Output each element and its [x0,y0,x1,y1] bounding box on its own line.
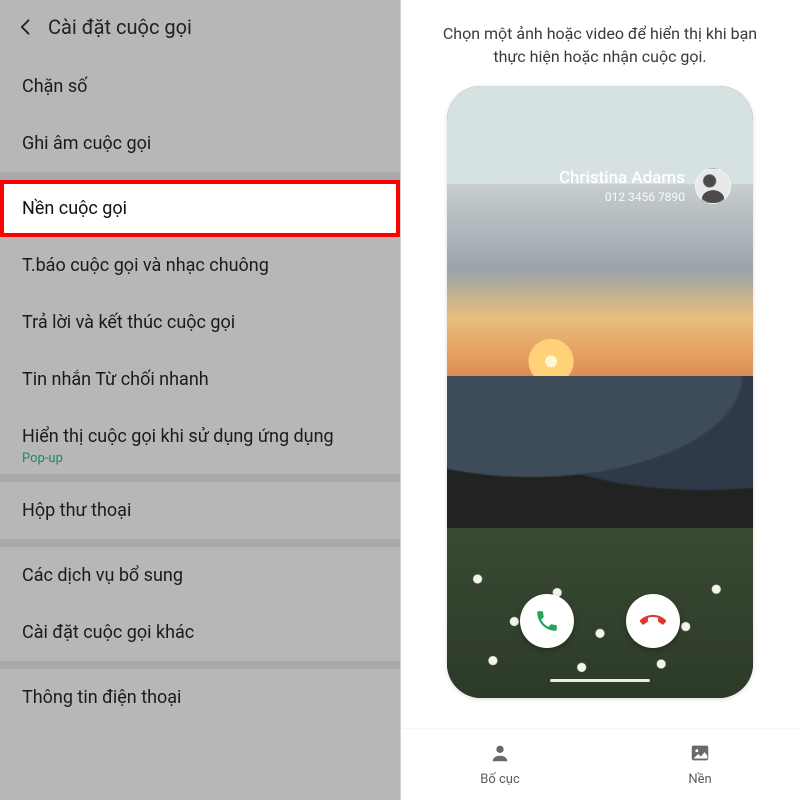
call-background-pane: Chọn một ảnh hoặc video để hiển thị khi … [400,0,800,800]
decline-button[interactable] [626,594,680,648]
caller-name: Christina Adams [559,168,685,188]
tab-layout[interactable]: Bố cục [400,729,600,800]
settings-pane: Cài đặt cuộc gọi Chặn số Ghi âm cuộc gọi… [0,0,400,800]
image-icon [689,742,711,768]
person-icon [489,742,511,768]
section-divider [0,661,400,669]
row-phone-info[interactable]: Thông tin điện thoại [0,669,400,726]
section-divider [0,539,400,547]
preview-area: Christina Adams 012 3456 7890 [400,82,800,728]
row-block-numbers[interactable]: Chặn số [0,58,400,115]
answer-button[interactable] [520,594,574,648]
call-controls [447,594,753,648]
row-alerts-ringtones[interactable]: T.báo cuộc gọi và nhạc chuông [0,237,400,294]
avatar [695,168,731,204]
description-text: Chọn một ảnh hoặc video để hiển thị khi … [400,0,800,82]
caller-info: Christina Adams 012 3456 7890 [559,168,731,204]
pane-divider [400,0,401,800]
back-icon[interactable] [14,15,38,39]
bottom-tabs: Bố cục Nền [400,728,800,800]
settings-list: Chặn số Ghi âm cuộc gọi Nền cuộc gọi T.b… [0,54,400,726]
section-divider [0,172,400,180]
row-voicemail[interactable]: Hộp thư thoại [0,482,400,539]
row-other-settings[interactable]: Cài đặt cuộc gọi khác [0,604,400,661]
home-indicator [550,679,650,682]
page-title: Cài đặt cuộc gọi [48,15,192,39]
row-answer-end[interactable]: Trả lời và kết thúc cuộc gọi [0,294,400,351]
header: Cài đặt cuộc gọi [0,0,400,54]
row-call-display[interactable]: Hiển thị cuộc gọi khi sử dụng ứng dụng P… [0,408,400,474]
row-supplementary[interactable]: Các dịch vụ bổ sung [0,547,400,604]
row-call-background[interactable]: Nền cuộc gọi [0,180,400,237]
caller-number: 012 3456 7890 [559,190,685,204]
phone-preview[interactable]: Christina Adams 012 3456 7890 [447,86,753,698]
row-call-display-sub: Pop-up [22,451,378,466]
tab-background[interactable]: Nền [600,729,800,800]
tab-background-label: Nền [688,772,711,787]
section-divider [0,474,400,482]
row-quick-decline[interactable]: Tin nhắn Từ chối nhanh [0,351,400,408]
tab-layout-label: Bố cục [480,772,520,787]
row-call-recording[interactable]: Ghi âm cuộc gọi [0,115,400,172]
